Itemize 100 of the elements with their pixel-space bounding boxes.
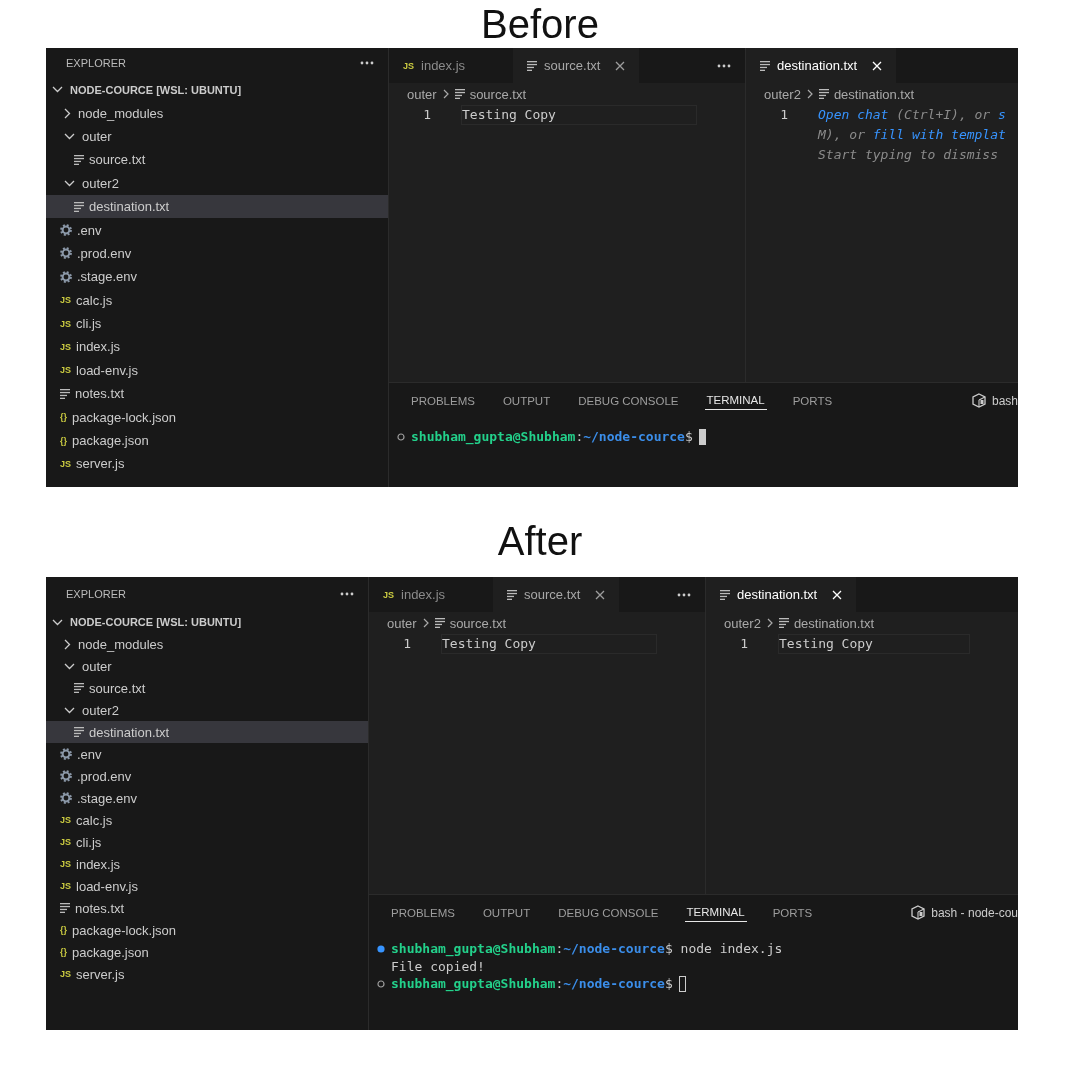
chevron-right-icon (422, 618, 429, 628)
close-icon[interactable] (595, 589, 606, 600)
file-type-label: JS (60, 458, 71, 469)
tree-item[interactable]: JS cli.js (46, 831, 368, 853)
tree-item[interactable]: .env (46, 743, 368, 765)
breadcrumb-item[interactable]: destination.txt (778, 615, 875, 631)
hint-link[interactable]: fill with templat (872, 127, 1006, 142)
breadcrumb-item[interactable]: outer (407, 86, 437, 102)
tree-item[interactable]: NODE-COURCE [WSL: UBUNTU] (46, 78, 388, 102)
text-file-icon (74, 201, 84, 212)
chevron-right-icon (442, 89, 449, 99)
chevron-down-icon[interactable] (64, 179, 75, 187)
hint-link[interactable]: Open chat (818, 107, 889, 122)
status-dot-icon[interactable] (377, 979, 385, 988)
panel-tab[interactable]: DEBUG CONSOLE (556, 903, 661, 922)
tree-item[interactable]: outer2 (46, 699, 368, 721)
panel-tab[interactable]: TERMINAL (704, 391, 767, 410)
tree-item[interactable]: {} package.json (46, 941, 368, 963)
tree-item[interactable]: outer2 (46, 171, 388, 195)
close-icon[interactable] (615, 60, 626, 71)
terminal-icon[interactable] (911, 905, 926, 920)
tree-item[interactable]: NODE-COURCE [WSL: UBUNTU] (46, 611, 368, 633)
file-type-label: JS (60, 342, 71, 352)
tree-item[interactable]: .stage.env (46, 787, 368, 809)
tree-item[interactable]: outer (46, 124, 388, 149)
chevron-right-icon (806, 89, 813, 99)
chevron-down-icon[interactable] (64, 706, 75, 714)
file-type-label: JS (60, 815, 71, 825)
file-type-label: JS (60, 969, 71, 979)
panel-tab[interactable]: OUTPUT (500, 391, 553, 410)
panel-tab[interactable]: PROBLEMS (409, 391, 477, 410)
tree-item[interactable]: destination.txt (46, 721, 368, 743)
tree-item[interactable]: {} package-lock.json (46, 405, 388, 429)
tree-item[interactable]: node_modules (46, 633, 368, 655)
editor-tab[interactable]: destination.txt (746, 48, 897, 83)
chevron-down-icon[interactable] (64, 662, 75, 670)
file-type-label: JS (60, 318, 71, 329)
tree-item[interactable]: JS calc.js (46, 809, 368, 831)
tree-item[interactable]: node_modules (46, 101, 388, 125)
file-type-label: JS (60, 881, 71, 891)
explorer-title: EXPLORER (66, 57, 126, 69)
tree-item[interactable]: .stage.env (46, 265, 388, 289)
tree-item[interactable]: .prod.env (46, 765, 368, 787)
breadcrumb-item[interactable]: outer (387, 615, 417, 631)
editor-tab[interactable]: source.txt (513, 48, 640, 83)
chevron-down-icon[interactable] (52, 618, 63, 626)
tree-item[interactable]: .prod.env (46, 241, 388, 266)
text-file-icon (507, 589, 517, 600)
chevron-right-icon[interactable] (64, 107, 71, 119)
tree-item[interactable]: JS server.js (46, 963, 368, 985)
gear-icon (60, 792, 72, 804)
text-file-icon (60, 388, 70, 399)
file-type-label: JS (60, 837, 71, 847)
more-actions-icon[interactable] (717, 63, 731, 68)
tree-item[interactable]: JS index.js (46, 335, 388, 359)
panel-tab[interactable]: PROBLEMS (389, 903, 457, 922)
tree-item[interactable]: JS index.js (46, 853, 368, 875)
chevron-right-icon[interactable] (64, 638, 71, 650)
line-number: 1 (779, 106, 788, 124)
more-actions-icon[interactable] (340, 592, 354, 596)
hint-link[interactable]: s (998, 107, 1006, 122)
breadcrumb-item[interactable]: outer2 (724, 615, 761, 631)
editor-tab[interactable]: destination.txt (706, 577, 857, 612)
text-file-icon (760, 60, 770, 71)
tree-item[interactable]: destination.txt (46, 194, 388, 219)
breadcrumb-item[interactable]: destination.txt (818, 86, 915, 102)
terminal-icon[interactable] (971, 393, 986, 408)
panel-tab[interactable]: OUTPUT (480, 903, 533, 922)
tree-item[interactable]: {} package-lock.json (46, 919, 368, 941)
tree-item[interactable]: JS cli.js (46, 311, 388, 336)
breadcrumb-item[interactable]: source.txt (434, 615, 506, 631)
tree-item[interactable]: notes.txt (46, 897, 368, 919)
tree-item[interactable]: outer (46, 655, 368, 677)
panel-tab[interactable]: PORTS (790, 391, 835, 410)
tree-item[interactable]: source.txt (46, 677, 368, 699)
breadcrumb-item[interactable]: outer2 (764, 86, 801, 102)
terminal-line: shubham_gupta@Shubham:~/node-cource$ (391, 976, 673, 992)
tree-item[interactable]: source.txt (46, 148, 388, 172)
status-dot-icon[interactable] (377, 944, 385, 953)
more-actions-icon[interactable] (677, 592, 691, 597)
tree-item[interactable]: .env (46, 218, 388, 242)
editor-tab[interactable]: source.txt (493, 577, 620, 612)
more-actions-icon[interactable] (360, 61, 374, 65)
chevron-down-icon[interactable] (52, 86, 63, 94)
tree-item[interactable]: notes.txt (46, 382, 388, 406)
gear-icon (60, 270, 72, 283)
file-type-label: JS (60, 295, 71, 306)
tree-item[interactable]: JS load-env.js (46, 875, 368, 897)
tree-item[interactable]: JS load-env.js (46, 358, 388, 383)
panel-tab[interactable]: PORTS (770, 903, 815, 922)
chevron-down-icon[interactable] (64, 132, 75, 140)
panel-tab[interactable]: DEBUG CONSOLE (576, 391, 681, 410)
tree-item[interactable]: {} package.json (46, 428, 388, 453)
panel-tab[interactable]: TERMINAL (684, 903, 747, 922)
tree-item[interactable]: JS server.js (46, 452, 388, 476)
tree-item[interactable]: JS calc.js (46, 288, 388, 312)
file-type-label: JS (60, 859, 71, 869)
breadcrumb-item[interactable]: source.txt (454, 86, 526, 102)
hint-text: Open chat (Ctrl+I), or s (818, 106, 1006, 124)
status-dot-icon[interactable] (397, 432, 405, 441)
